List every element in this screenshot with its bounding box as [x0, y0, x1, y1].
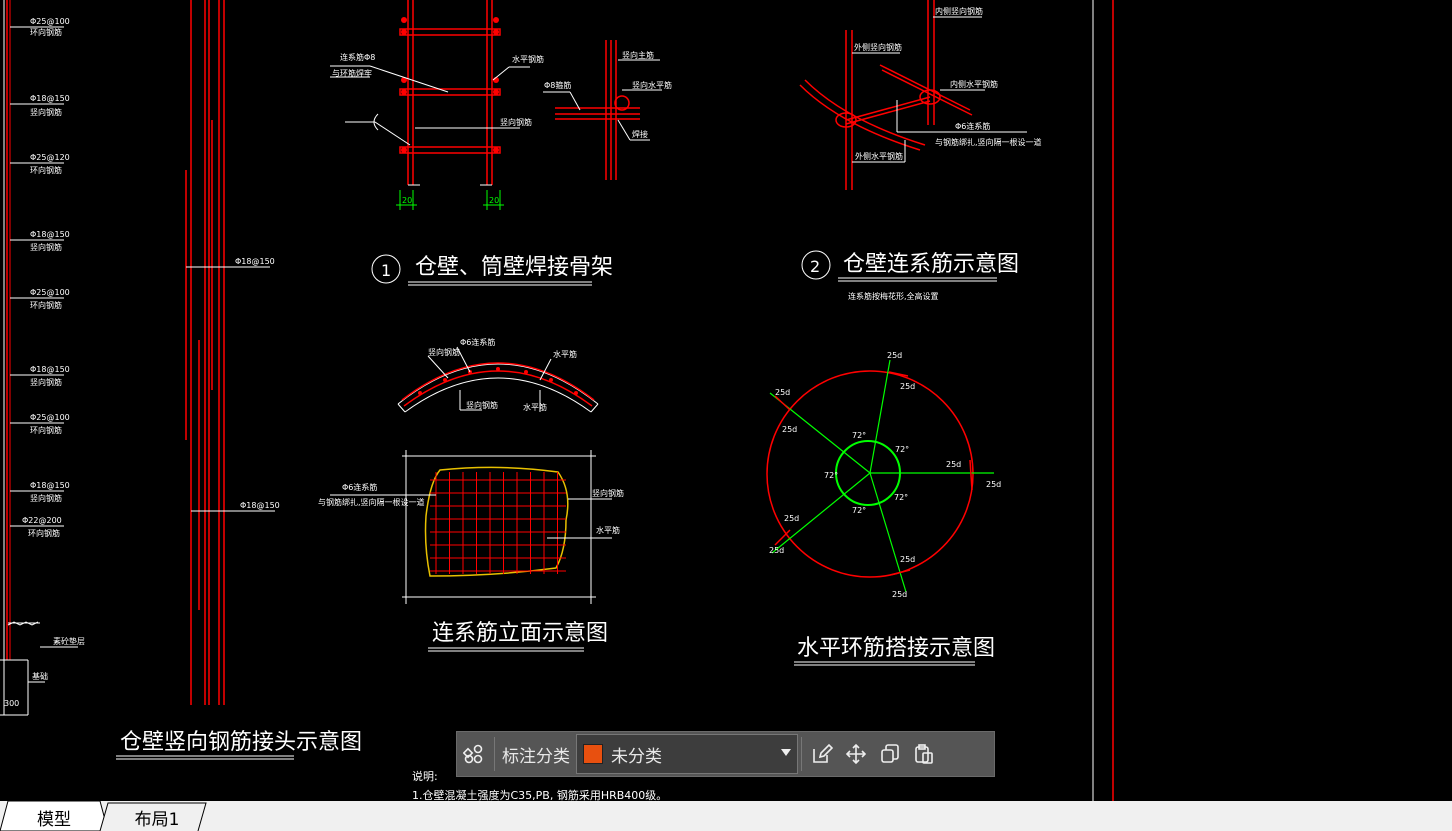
figure-2-tie-bar: 内侧竖向钢筋 外侧竖向钢筋 内侧水平钢筋 Φ6连系筋 与钢筋绑扎,竖向隔一根设一… [799, 0, 1042, 301]
ring-lap-label: 25d [769, 546, 784, 555]
title-welded-skeleton: 仓壁、筒壁焊接骨架 [415, 255, 613, 280]
title-vertical-bar-joint: 仓壁竖向钢筋接头示意图 [120, 730, 362, 755]
left-note: 300 [4, 699, 19, 708]
notes-line-1: 1.仓壁混凝土强度为C35,PB, 钢筋采用HRB400级。 [412, 788, 667, 801]
paste-icon[interactable] [907, 737, 941, 771]
left-note: 竖向钢筋 [30, 107, 62, 117]
fig1-dimension: 20 [402, 196, 412, 205]
ring-lap-label: 25d [900, 382, 915, 391]
left-note: 环向钢筋 [30, 27, 62, 37]
title-ring-lap: 水平环筋搭接示意图 [797, 636, 995, 661]
left-note: 素砼垫层 [53, 636, 85, 646]
fig3-label: 竖向钢筋 [592, 488, 624, 498]
category-select-value: 未分类 [611, 746, 662, 767]
left-note: Φ25@100 [30, 17, 70, 26]
fig1-label: 水平钢筋 [512, 54, 544, 64]
bar-note: Φ18@150 [240, 501, 280, 510]
tab-model[interactable]: 模型 [10, 803, 98, 831]
left-note: Φ25@100 [30, 413, 70, 422]
figure-4-ring-lap: 25d 25d 25d 25d 25d 25d 25d 25d 25d 25d … [766, 351, 1001, 666]
category-color-swatch [583, 744, 603, 764]
left-note: 竖向钢筋 [30, 377, 62, 387]
left-note: Φ18@150 [30, 481, 70, 490]
fig2-label: 内侧水平钢筋 [950, 79, 998, 89]
drawing-frame-border [1092, 0, 1114, 801]
title-tie-bar-elevation: 连系筋立面示意图 [432, 621, 608, 646]
left-note: Φ18@150 [30, 365, 70, 374]
title-tie-bar: 仓壁连系筋示意图 [843, 252, 1019, 277]
bar-note: Φ18@150 [235, 257, 275, 266]
fig3-label: 与钢筋绑扎,竖向隔一根设一道 [318, 497, 425, 507]
detail-label: Φ8箍筋 [544, 80, 571, 90]
left-note: 竖向钢筋 [30, 242, 62, 252]
fig2-label: 外侧水平钢筋 [855, 151, 903, 161]
move-icon[interactable] [839, 737, 873, 771]
fig2-label: 内侧竖向钢筋 [935, 6, 983, 16]
detail-number: 2 [810, 257, 820, 276]
fig2-label: 与钢筋绑扎,竖向隔一根设一道 [935, 137, 1042, 147]
ring-angle-label: 72° [852, 431, 866, 440]
fig3-label: 水平筋 [553, 349, 577, 359]
fig3-label: 水平筋 [596, 525, 620, 535]
ring-angle-label: 72° [895, 445, 909, 454]
annotation-category-label: 标注分类 [502, 746, 570, 767]
fig1-label: 连系筋Φ8 [340, 52, 375, 62]
ring-lap-label: 25d [986, 480, 1001, 489]
left-note: 竖向钢筋 [30, 493, 62, 503]
detail-label: 焊接 [632, 129, 648, 139]
annotation-toolbar: 标注分类 未分类 [456, 731, 995, 777]
notes-heading: 说明: [412, 769, 438, 783]
fig3-label: Φ6连系筋 [460, 337, 495, 347]
left-note: Φ25@100 [30, 288, 70, 297]
toolbar-separator [801, 737, 802, 771]
fig1-dimension: 20 [489, 196, 499, 205]
left-note: 环向钢筋 [30, 425, 62, 435]
left-note: 基础 [32, 671, 48, 681]
figure-1-welded-skeleton: 连系筋Φ8 与环筋焊牢 水平钢筋 竖向钢筋 20 20 1 仓壁、筒壁焊接骨架 [330, 0, 613, 286]
copy-icon[interactable] [873, 737, 907, 771]
left-note: Φ18@150 [30, 94, 70, 103]
fig2-label: Φ6连系筋 [955, 121, 990, 131]
left-elevation: Φ25@100 环向钢筋 Φ18@150 竖向钢筋 Φ25@120 环向钢筋 Φ… [0, 0, 85, 716]
ring-lap-label: 25d [782, 425, 797, 434]
left-note: 环向钢筋 [28, 528, 60, 538]
grid-icon[interactable] [457, 737, 491, 771]
toolbar-separator [494, 737, 495, 771]
cad-drawing-canvas[interactable]: Φ25@100 环向钢筋 Φ18@150 竖向钢筋 Φ25@120 环向钢筋 Φ… [0, 0, 1452, 801]
vertical-bar-joint-drawing: Φ18@150 Φ18@150 仓壁竖向钢筋接头示意图 [116, 0, 362, 760]
fig3-label: 水平筋 [523, 402, 547, 412]
left-note: 环向钢筋 [30, 300, 62, 310]
ring-lap-label: 25d [887, 351, 902, 360]
left-note: Φ22@200 [22, 516, 62, 525]
ring-angle-label: 72° [852, 506, 866, 515]
annotation-category-select[interactable]: 未分类 [576, 734, 798, 774]
fig3-label: 竖向钢筋 [466, 400, 498, 410]
detail-label: 竖向水平筋 [632, 80, 672, 90]
chevron-down-icon [781, 749, 791, 756]
detail-number: 1 [381, 261, 391, 280]
ring-lap-label: 25d [784, 514, 799, 523]
fig3-label: 竖向钢筋 [428, 347, 460, 357]
ring-lap-label: 25d [900, 555, 915, 564]
left-note: Φ18@150 [30, 230, 70, 239]
edit-icon[interactable] [805, 737, 839, 771]
tie-bar-subtitle: 连系筋按梅花形,全高设置 [848, 291, 939, 301]
ring-lap-label: 25d [946, 460, 961, 469]
weld-detail: 竖向主筋 Φ8箍筋 竖向水平筋 焊接 [543, 40, 672, 180]
ring-angle-label: 72° [824, 471, 838, 480]
left-note: 环向钢筋 [30, 165, 62, 175]
fig3-label: Φ6连系筋 [342, 482, 377, 492]
layout-tab-bar: 模型 布局1 [0, 801, 1452, 831]
fig2-label: 外侧竖向钢筋 [854, 42, 902, 52]
ring-lap-label: 25d [892, 590, 907, 599]
detail-label: 竖向主筋 [622, 50, 654, 60]
fig1-label: 竖向钢筋 [500, 117, 532, 127]
figure-3-tie-bar-elevation: 竖向钢筋 Φ6连系筋 水平筋 竖向钢筋 水平筋 Φ6连系筋 与钢筋绑扎,竖向隔一… [318, 337, 624, 652]
ring-lap-label: 25d [775, 388, 790, 397]
ring-angle-label: 72° [894, 493, 908, 502]
fig1-label: 与环筋焊牢 [332, 68, 372, 78]
tab-layout-1[interactable]: 布局1 [110, 803, 204, 831]
left-note: Φ25@120 [30, 153, 70, 162]
